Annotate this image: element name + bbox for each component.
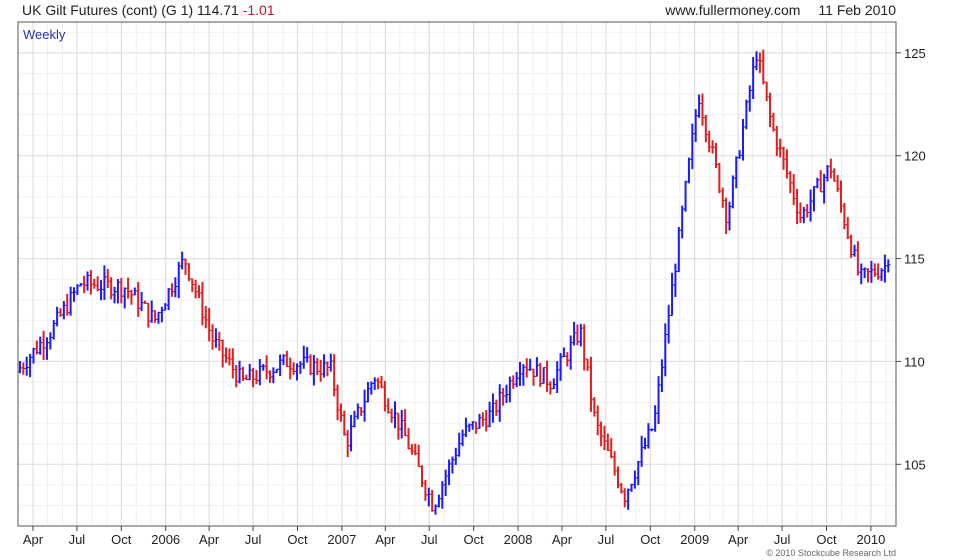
- x-tick-label: Oct: [111, 532, 132, 547]
- x-tick-label: 2009: [680, 532, 709, 547]
- x-tick-label: Apr: [375, 532, 396, 547]
- x-tick-label: Apr: [552, 532, 573, 547]
- plot-frame: [17, 21, 897, 527]
- axes: Apr Jul Oct 2006 Apr Jul Oct 2007 Apr Jul Oct 2008 A…: [17, 21, 926, 547]
- copyright-notice: © 2010 Stockcube Research Ltd: [766, 548, 896, 558]
- x-tick-label: 2008: [504, 532, 533, 547]
- x-tick-label: Apr: [23, 532, 44, 547]
- x-tick-label: Oct: [287, 532, 308, 547]
- period-label: Weekly: [23, 27, 66, 42]
- x-tick-label: Oct: [640, 532, 661, 547]
- x-tick-label: Oct: [464, 532, 485, 547]
- x-tick-label: 2010: [856, 532, 885, 547]
- x-tick-label: Jul: [774, 532, 791, 547]
- x-tick-label: Apr: [199, 532, 220, 547]
- y-tick-label: 115: [904, 252, 925, 267]
- y-tick-label: 125: [904, 46, 926, 61]
- x-tick-label: 2007: [327, 532, 356, 547]
- x-tick-label: Jul: [69, 532, 86, 547]
- x-tick-label: 2006: [151, 532, 180, 547]
- y-tick-label: 110: [904, 354, 925, 369]
- y-tick-label: 120: [904, 149, 926, 164]
- price-chart: Apr Jul Oct 2006 Apr Jul Oct 2007 Apr Jul Oct 2008 A…: [17, 21, 926, 547]
- grid-lines: [18, 22, 896, 527]
- x-tick-label: Jul: [245, 532, 262, 547]
- x-tick-label: Jul: [598, 532, 615, 547]
- y-tick-label: 105: [904, 457, 926, 472]
- x-tick-label: Oct: [816, 532, 837, 547]
- price-bars: [17, 49, 891, 515]
- x-tick-label: Apr: [728, 532, 749, 547]
- x-tick-label: Jul: [421, 532, 438, 547]
